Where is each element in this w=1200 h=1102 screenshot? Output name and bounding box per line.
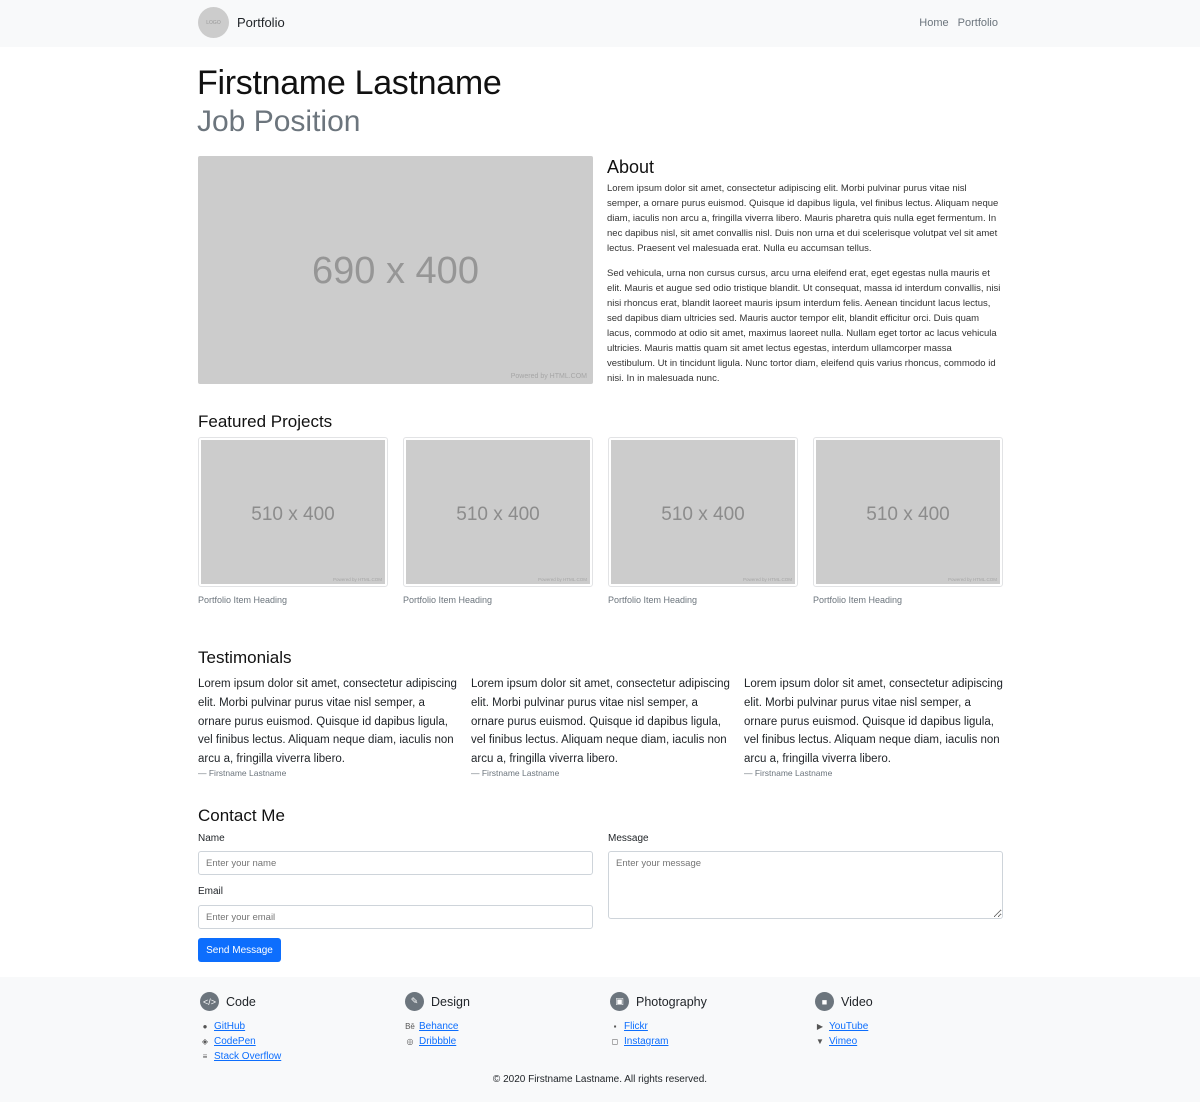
message-textarea[interactable] [608,851,1003,919]
contact-title: Contact Me [198,806,285,825]
about-paragraph-2: Sed vehicula, urna non cursus cursus, ar… [607,268,1001,384]
footer-column-design: ✎ Design Bē Behance ◎ Dribbble [405,992,470,1049]
name-label: Name [198,833,225,844]
name-input[interactable] [198,851,593,875]
project-image-placeholder[interactable]: 510 x 400 Powered by HTML.COM [406,440,590,584]
footer-link-stack-overflow[interactable]: Stack Overflow [214,1049,281,1064]
project-image-credit: Powered by HTML.COM [947,577,997,582]
project-image-placeholder[interactable]: 510 x 400 Powered by HTML.COM [816,440,1000,584]
footer-column-code: </> Code ● GitHub ◈ CodePen ≡ Stack Overflow [200,992,281,1064]
project-card[interactable]: 510 x 400 Powered by HTML.COM Portfolio … [403,437,593,605]
project-image-credit: Powered by HTML.COM [537,577,587,582]
email-input[interactable] [198,905,593,929]
project-image-size-label: 510 x 400 [661,504,745,525]
testimonial-author: — Firstname Lastname [471,767,560,778]
flickr-icon: ▪ [613,1022,617,1031]
project-image-size-label: 510 x 400 [866,504,950,525]
project-caption: Portfolio Item Heading [198,595,288,605]
project-thumbnail-frame[interactable]: 510 x 400 Powered by HTML.COM [608,437,798,587]
project-card[interactable]: 510 x 400 Powered by HTML.COM Portfolio … [198,437,388,605]
footer-column-title: Video [841,994,873,1009]
testimonial: Lorem ipsum dolor sit amet, consectetur … [471,675,731,778]
footer-link-dribbble[interactable]: Dribbble [419,1034,456,1049]
testimonial-author: — Firstname Lastname [744,767,833,778]
behance-icon: Bē [405,1022,415,1031]
hero-job-position: Job Position [197,105,361,138]
footer-link-vimeo[interactable]: Vimeo [829,1034,857,1049]
project-thumbnail-frame[interactable]: 510 x 400 Powered by HTML.COM [198,437,388,587]
project-image-credit: Powered by HTML.COM [332,577,382,582]
footer-link-github[interactable]: GitHub [214,1019,245,1034]
testimonials-title: Testimonials [198,648,292,667]
project-caption: Portfolio Item Heading [608,595,698,605]
instagram-icon: ◻ [611,1037,619,1046]
footer-column-video: ■ Video ▶ YouTube ▼ Vimeo [815,992,873,1049]
nav-link-home[interactable]: Home [919,17,948,29]
hero-image-credit: Powered by HTML.COM [510,373,587,380]
hero-image-size-label: 690 x 400 [312,250,479,292]
footer-link-youtube[interactable]: YouTube [829,1019,868,1034]
testimonial-quote: Lorem ipsum dolor sit amet, consectetur … [198,678,457,766]
project-image-credit: Powered by HTML.COM [742,577,792,582]
footer-column-photography: ▣ Photography ▪ Flickr ◻ Instagram [610,992,707,1049]
footer-column-title: Design [431,994,470,1009]
youtube-icon: ▶ [816,1022,824,1031]
project-card[interactable]: 510 x 400 Powered by HTML.COM Portfolio … [608,437,798,605]
testimonial-quote: Lorem ipsum dolor sit amet, consectetur … [744,678,1003,766]
footer-link-instagram[interactable]: Instagram [624,1034,668,1049]
video-icon: ■ [815,992,834,1011]
project-image-size-label: 510 x 400 [251,504,335,525]
code-icon: </> [200,992,219,1011]
send-message-button[interactable]: Send Message [198,938,281,962]
dribbble-icon: ◎ [406,1037,414,1046]
project-image-placeholder[interactable]: 510 x 400 Powered by HTML.COM [201,440,385,584]
brand-logo[interactable]: LOGO [198,7,229,38]
footer: </> Code ● GitHub ◈ CodePen ≡ Stack Overflow… [0,977,1200,1102]
project-caption: Portfolio Item Heading [403,595,493,605]
email-label: Email [198,886,224,897]
copyright: © 2020 Firstname Lastname. All rights re… [492,1074,708,1085]
footer-column-title: Code [226,994,256,1009]
codepen-icon: ◈ [201,1037,209,1046]
footer-link-codepen[interactable]: CodePen [214,1034,256,1049]
testimonial-author: — Firstname Lastname [198,767,287,778]
navbar: LOGO Portfolio Home Portfolio [0,0,1200,47]
nav-links: Home Portfolio [919,17,998,29]
project-card[interactable]: 510 x 400 Powered by HTML.COM Portfolio … [813,437,1003,605]
vimeo-icon: ▼ [816,1037,824,1046]
about-title: About [607,157,655,177]
project-image-placeholder[interactable]: 510 x 400 Powered by HTML.COM [611,440,795,584]
footer-link-behance[interactable]: Behance [419,1019,458,1034]
project-thumbnail-frame[interactable]: 510 x 400 Powered by HTML.COM [813,437,1003,587]
footer-column-title: Photography [636,994,707,1009]
project-thumbnail-frame[interactable]: 510 x 400 Powered by HTML.COM [403,437,593,587]
testimonial: Lorem ipsum dolor sit amet, consectetur … [198,675,458,778]
about-paragraph-1: Lorem ipsum dolor sit amet, consectetur … [607,183,999,254]
hero-image-placeholder: 690 x 400 Powered by HTML.COM [198,156,593,384]
github-icon: ● [202,1022,208,1031]
stackoverflow-icon: ≡ [202,1052,208,1061]
brush-icon: ✎ [405,992,424,1011]
message-label: Message [608,833,649,844]
project-image-size-label: 510 x 400 [456,504,540,525]
brand-name[interactable]: Portfolio [237,15,285,30]
image-icon: ▣ [610,992,629,1011]
featured-projects-title: Featured Projects [198,412,333,431]
brand-logo-text: LOGO [206,19,221,26]
testimonial: Lorem ipsum dolor sit amet, consectetur … [744,675,1004,778]
project-caption: Portfolio Item Heading [813,595,903,605]
hero-name: Firstname Lastname [197,64,502,102]
testimonial-quote: Lorem ipsum dolor sit amet, consectetur … [471,678,730,766]
nav-link-portfolio[interactable]: Portfolio [958,17,998,29]
footer-link-flickr[interactable]: Flickr [624,1019,648,1034]
